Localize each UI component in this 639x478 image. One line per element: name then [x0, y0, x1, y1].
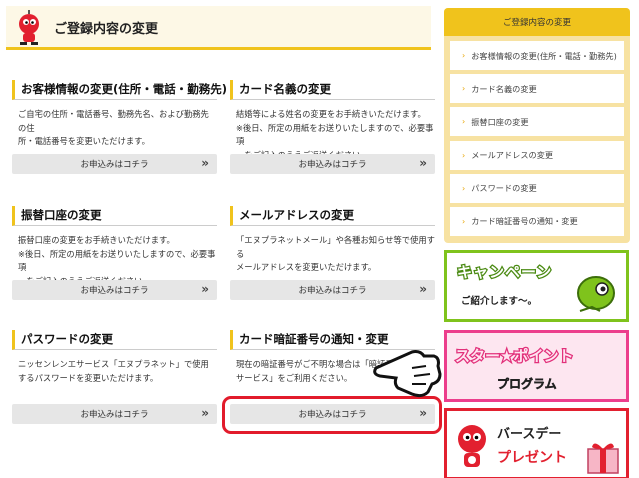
- double-chevron-right-icon: »: [201, 282, 209, 296]
- double-chevron-right-icon: »: [419, 156, 427, 170]
- green-character-icon: [577, 276, 615, 312]
- chevron-right-icon: ›: [462, 117, 466, 127]
- banner-subtitle: ご紹介します〜。: [461, 296, 538, 307]
- apply-button-password[interactable]: お申込みはコチラ »: [12, 404, 217, 424]
- apply-button-bank-account[interactable]: お申込みはコチラ »: [12, 280, 217, 300]
- page-header: ご登録内容の変更: [6, 6, 431, 50]
- card-title: 振替口座の変更: [12, 206, 217, 226]
- campaign-banner[interactable]: キャンペーン ご紹介します〜。: [444, 250, 629, 322]
- banner-title: バースデー: [497, 427, 562, 442]
- gift-icon: [587, 443, 619, 474]
- page-title: ご登録内容の変更: [54, 22, 159, 37]
- card-title: パスワードの変更: [12, 330, 217, 350]
- card-card-name: カード名義の変更 結婚等による姓名の変更をお手続きいただけます。 ※後日、所定の…: [230, 80, 435, 175]
- sidebar-item-email[interactable]: › メールアドレスの変更: [450, 140, 624, 170]
- apply-button-label: お申込みはコチラ: [80, 410, 149, 420]
- chevron-right-icon: ›: [462, 51, 466, 60]
- sidebar-item-label: カード暗証番号の通知・変更: [471, 216, 578, 227]
- sidebar-item-label: お客様情報の変更(住所・電話・勤務先): [471, 50, 617, 61]
- star-point-banner[interactable]: スター★ポイント プログラム: [444, 330, 629, 402]
- mascot-icon: [19, 10, 39, 45]
- sidebar-title: ご登録内容の変更: [444, 8, 630, 36]
- card-email: メールアドレスの変更 「エヌプラネットメール」や各種お知らせ等で使用する メール…: [230, 206, 435, 301]
- card-description: ニッセンレンエサービス「エヌプラネット」で使用 するパスワードを変更いただけます…: [18, 359, 209, 383]
- card-title: カード名義の変更: [230, 80, 435, 100]
- sidebar-menu: ご登録内容の変更 › お客様情報の変更(住所・電話・勤務先) › カード名義の変更 …: [444, 8, 630, 243]
- card-title: メールアドレスの変更: [230, 206, 435, 226]
- card-customer-info: お客様情報の変更(住所・電話・勤務先) ご自宅の住所・電話番号、勤務先名、および…: [12, 80, 227, 175]
- sidebar-item-password[interactable]: › パスワードの変更: [450, 173, 624, 203]
- chevron-right-icon: ›: [462, 84, 466, 94]
- pointing-hand-icon: [373, 350, 442, 398]
- apply-button-customer-info[interactable]: お申込みはコチラ »: [12, 154, 217, 174]
- chevron-right-icon: ›: [462, 216, 466, 226]
- sidebar-item-card-name[interactable]: › カード名義の変更: [450, 74, 624, 104]
- apply-button-card-name[interactable]: お申込みはコチラ »: [230, 154, 435, 174]
- apply-button-label: お申込みはコチラ: [298, 286, 367, 296]
- double-chevron-right-icon: »: [201, 406, 209, 420]
- sidebar-item-label: メールアドレスの変更: [471, 150, 554, 161]
- sidebar-item-pin[interactable]: › カード暗証番号の通知・変更: [450, 206, 624, 236]
- card-description: 「エヌプラネットメール」や各種お知らせ等で使用する メールアドレスを変更いただけ…: [236, 235, 435, 272]
- apply-button-email[interactable]: お申込みはコチラ »: [230, 280, 435, 300]
- card-description: ご自宅の住所・電話番号、勤務先名、および勤務先の住 所・電話番号を変更いただけま…: [18, 109, 209, 146]
- apply-button-label: お申込みはコチラ: [80, 160, 149, 170]
- banner-subtitle: プログラム: [497, 377, 557, 392]
- highlight-frame: [222, 396, 442, 434]
- banner-title: キャンペーン: [456, 262, 553, 283]
- card-password: パスワードの変更 ニッセンレンエサービス「エヌプラネット」で使用 するパスワード…: [12, 330, 217, 425]
- card-bank-account: 振替口座の変更 振替口座の変更をお手続きいただけます。 ※後日、所定の用紙をお送…: [12, 206, 217, 301]
- banner-title: スター★ポイント: [454, 346, 575, 367]
- mascot-icon: [458, 425, 486, 467]
- sidebar-item-label: カード名義の変更: [471, 83, 537, 94]
- sidebar-item-label: パスワードの変更: [471, 183, 537, 194]
- double-chevron-right-icon: »: [419, 282, 427, 296]
- apply-button-label: お申込みはコチラ: [80, 286, 149, 296]
- sidebar-item-label: 振替口座の変更: [471, 116, 529, 127]
- chevron-right-icon: ›: [462, 183, 466, 193]
- sidebar-item-bank-account[interactable]: › 振替口座の変更: [450, 107, 624, 137]
- card-title: お客様情報の変更(住所・電話・勤務先): [12, 80, 227, 100]
- birthday-banner[interactable]: バースデー プレゼント: [444, 408, 629, 478]
- banner-subtitle: プレゼント: [497, 450, 567, 466]
- double-chevron-right-icon: »: [201, 156, 209, 170]
- apply-button-label: お申込みはコチラ: [298, 160, 367, 170]
- sidebar-item-customer-info[interactable]: › お客様情報の変更(住所・電話・勤務先): [450, 41, 624, 70]
- chevron-right-icon: ›: [462, 150, 466, 160]
